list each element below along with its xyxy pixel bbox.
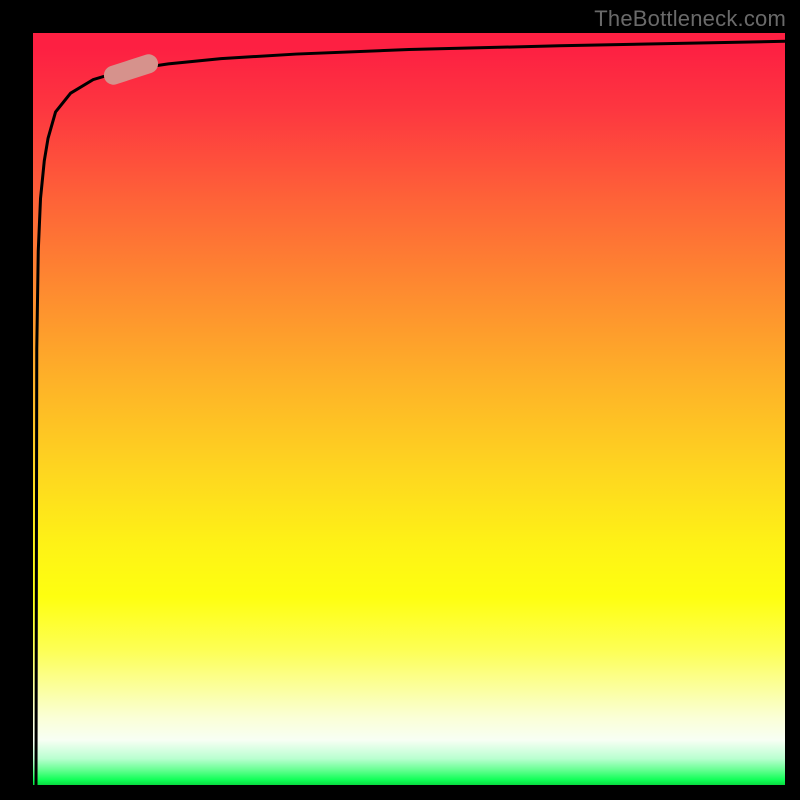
chart-frame: TheBottleneck.com (0, 0, 800, 800)
curve-line (36, 41, 785, 785)
attribution-label: TheBottleneck.com (594, 6, 786, 32)
plot-area (33, 33, 785, 785)
curve-svg (33, 33, 785, 785)
